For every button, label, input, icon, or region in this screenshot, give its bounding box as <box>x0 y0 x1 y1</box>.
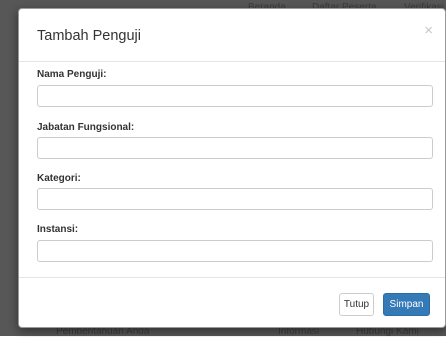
kategori-input[interactable] <box>37 188 433 210</box>
jabatan-fungsional-input[interactable] <box>37 137 433 159</box>
nama-penguji-input[interactable] <box>37 85 433 107</box>
modal-title: Tambah Penguji <box>37 28 141 44</box>
modal-footer: Tutup Simpan <box>19 277 445 327</box>
nama-penguji-label: Nama Penguji: <box>37 69 107 80</box>
jabatan-fungsional-label: Jabatan Fungsional: <box>37 122 135 133</box>
kategori-label: Kategori: <box>37 173 81 184</box>
modal-header: Tambah Penguji × <box>19 9 445 62</box>
close-icon[interactable]: × <box>424 23 433 38</box>
simpan-button[interactable]: Simpan <box>383 293 430 316</box>
instansi-input[interactable] <box>37 240 433 262</box>
instansi-label: Instansi: <box>37 224 79 235</box>
tambah-penguji-modal: Tambah Penguji × Nama Penguji: Jabatan F… <box>18 8 446 328</box>
tutup-button[interactable]: Tutup <box>339 293 374 316</box>
